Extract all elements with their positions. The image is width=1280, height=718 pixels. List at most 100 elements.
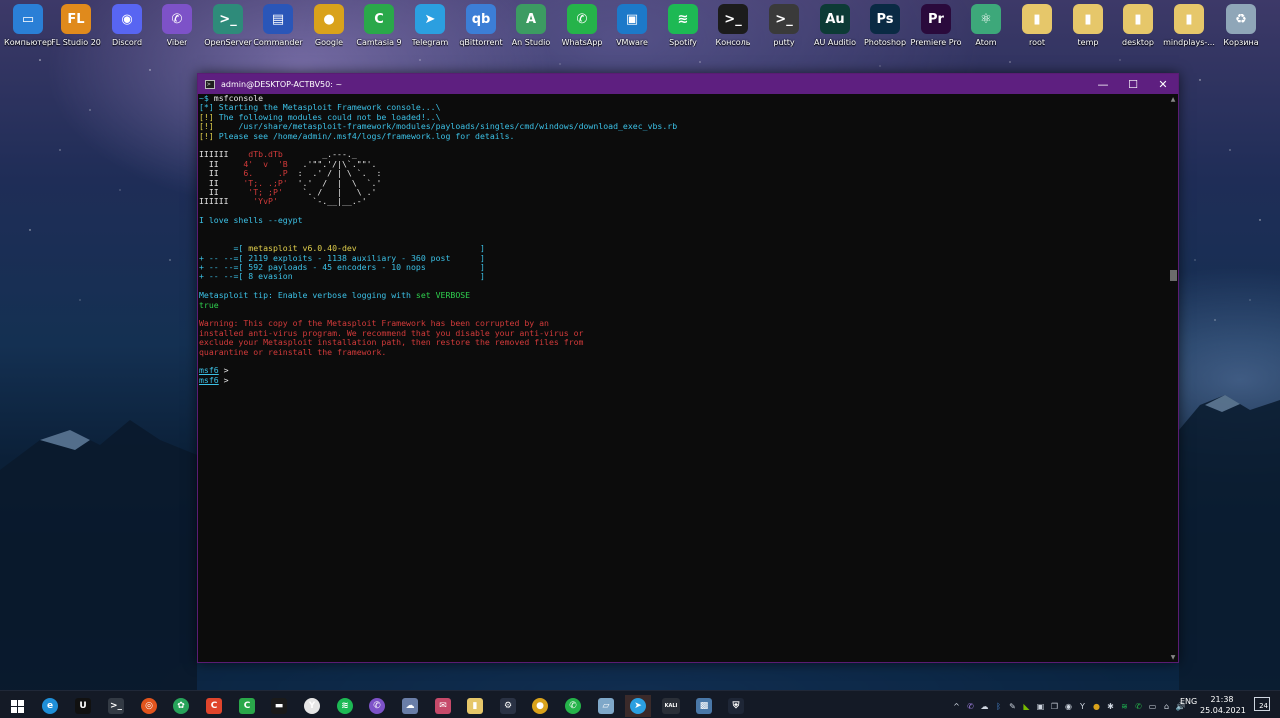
taskbar-shield[interactable]: ⛨: [723, 695, 749, 717]
banner-right: `-.__|__.-': [277, 196, 367, 207]
taskbar-edge[interactable]: e: [37, 695, 63, 717]
taskbar-explorer[interactable]: ▮: [462, 695, 488, 717]
maximize-button[interactable]: ☐: [1118, 74, 1148, 94]
desktop-icon[interactable]: C Camtasia 9: [353, 4, 405, 52]
desktop-icon[interactable]: ≋ Spotify: [657, 4, 709, 52]
notifications-button[interactable]: 24: [1254, 697, 1270, 711]
desktop-icon-label: Camtasia 9: [356, 38, 402, 47]
desktop-icon[interactable]: ▮ desktop: [1112, 4, 1164, 52]
desktop-icon[interactable]: >_ OpenServer: [202, 4, 254, 52]
taskbar-viber[interactable]: ✆: [364, 695, 390, 717]
cloud-tray-icon[interactable]: ☁: [978, 700, 991, 712]
taskbar-ubuntu[interactable]: ◎: [136, 695, 162, 717]
desktop-icon-label: VMware: [616, 38, 648, 47]
desktop-icon[interactable]: ▣ VMware: [606, 4, 658, 52]
scroll-thumb[interactable]: [1170, 270, 1177, 281]
desktop-icon[interactable]: ▤ Commander: [252, 4, 304, 52]
taskbar-whatsapp[interactable]: ✆: [560, 695, 586, 717]
language-indicator[interactable]: ENG: [1180, 697, 1197, 706]
scroll-down-icon[interactable]: ▼: [1168, 652, 1178, 662]
chrome-icon: ●: [532, 698, 548, 714]
window-title: admin@DESKTOP-ACTBV50: ~: [221, 79, 343, 89]
taskbar-app-cloud[interactable]: ☁: [397, 695, 423, 717]
taskbar-mail[interactable]: ✉: [430, 695, 456, 717]
desktop-icon[interactable]: ⚛ Atom: [960, 4, 1012, 52]
desktop-icon[interactable]: FL FL Studio 20: [50, 4, 102, 52]
bluetooth-icon[interactable]: ᛒ: [992, 700, 1005, 712]
window-titlebar[interactable]: > admin@DESKTOP-ACTBV50: ~ — ☐ ✕: [198, 74, 1178, 94]
ubuntu-icon: ◎: [141, 698, 157, 714]
desktop-icon[interactable]: >_ Консоль: [707, 4, 759, 52]
minimize-button[interactable]: —: [1088, 74, 1118, 94]
desktop-icon[interactable]: >_ putty: [758, 4, 810, 52]
scroll-up-icon[interactable]: ▲: [1168, 94, 1178, 104]
camtasia-icon: C: [239, 698, 255, 714]
network-icon[interactable]: ⌂: [1160, 700, 1173, 712]
taskbar-telegram[interactable]: ➤: [625, 695, 651, 717]
recycle-bin-icon: ♻: [1226, 4, 1256, 34]
start-button[interactable]: [4, 695, 30, 717]
nvidia-icon[interactable]: ◣: [1020, 700, 1033, 712]
camtasia-icon: C: [364, 4, 394, 34]
battery-icon[interactable]: ▭: [1146, 700, 1159, 712]
close-button[interactable]: ✕: [1148, 74, 1178, 94]
desktop-icon[interactable]: Ps Photoshop: [859, 4, 911, 52]
chevron-up-icon[interactable]: ^: [950, 700, 963, 712]
terminal-app-icon: >: [205, 79, 215, 89]
taskbar-console[interactable]: ▬: [266, 695, 292, 717]
yandex-tray-icon[interactable]: Y: [1076, 700, 1089, 712]
mail-icon: ✉: [435, 698, 451, 714]
desktop-icon[interactable]: ✆ Viber: [151, 4, 203, 52]
desktop-icons: ▭ Компьютер FL FL Studio 20 ◉ Discord ✆ Viber >_…: [0, 0, 1280, 54]
taskbar-photos[interactable]: ▩: [691, 695, 717, 717]
desktop-icon[interactable]: ▮ root: [1011, 4, 1063, 52]
chrome-tray-icon[interactable]: ●: [1090, 700, 1103, 712]
terminal-window[interactable]: > admin@DESKTOP-ACTBV50: ~ — ☐ ✕ ~$ msfc…: [197, 73, 1179, 663]
taskbar-settings[interactable]: ⚙: [495, 695, 521, 717]
tip-value: true: [199, 299, 219, 310]
terminal-output[interactable]: ~$ msfconsole [*] Starting the Metasploi…: [198, 94, 1168, 662]
msf-prompt-line[interactable]: msf6 >: [199, 366, 1168, 375]
spotify-icon: ≋: [668, 4, 698, 34]
taskbar-kali[interactable]: KALI: [658, 695, 684, 717]
spotify-tray-icon[interactable]: ≋: [1118, 700, 1131, 712]
desktop-icon[interactable]: A An Studio: [505, 4, 557, 52]
windows-icon: [10, 699, 24, 713]
clock[interactable]: 21:38 25.04.2021: [1200, 694, 1246, 716]
desktop-icon[interactable]: qb qBittorrent: [455, 4, 507, 52]
taskbar-app-green[interactable]: ✿: [168, 695, 194, 717]
desktop-icon[interactable]: ▮ mindplays-...: [1163, 4, 1215, 52]
desktop-icon[interactable]: ● Google: [303, 4, 355, 52]
whatsapp-tray-icon[interactable]: ✆: [1132, 700, 1145, 712]
pen-tray-icon[interactable]: ✎: [1006, 700, 1019, 712]
vmware-tray-icon[interactable]: ▣: [1034, 700, 1047, 712]
desktop-icon[interactable]: Pr Premiere Pro: [910, 4, 962, 52]
scrollbar[interactable]: ▲ ▼: [1168, 94, 1178, 662]
kali-icon: KALI: [662, 698, 680, 714]
taskbar-terminal[interactable]: >_: [103, 695, 129, 717]
desktop-icon[interactable]: ◉ Discord: [101, 4, 153, 52]
banner-left: IIIIII: [199, 196, 254, 207]
desktop-icon[interactable]: ✆ WhatsApp: [556, 4, 608, 52]
discord-tray-icon[interactable]: ◉: [1062, 700, 1075, 712]
taskbar-app-red[interactable]: C: [201, 695, 227, 717]
desktop-icon[interactable]: ▭ Компьютер: [2, 4, 54, 52]
desktop-icon[interactable]: ➤ Telegram: [404, 4, 456, 52]
taskbar-app-u[interactable]: U: [70, 695, 96, 717]
desktop-icon-label: Photoshop: [863, 38, 907, 47]
taskbar-camtasia[interactable]: C: [234, 695, 260, 717]
taskbar-chrome[interactable]: ●: [527, 695, 553, 717]
virus-tray-icon[interactable]: ✱: [1104, 700, 1117, 712]
taskbar-notes[interactable]: ▱: [593, 695, 619, 717]
copy-tray-icon[interactable]: ❐: [1048, 700, 1061, 712]
viber-tray-icon[interactable]: ✆: [964, 700, 977, 712]
msf-prompt-line[interactable]: msf6 >: [199, 375, 1168, 385]
desktop-icon[interactable]: ♻ Корзина: [1215, 4, 1267, 52]
tip-text: Metasploit tip: Enable verbose logging w…: [199, 290, 416, 301]
desktop-icon[interactable]: Au AU Auditio: [809, 4, 861, 52]
gear-icon: ⚙: [500, 698, 516, 714]
taskbar-yandex[interactable]: Y: [299, 695, 325, 717]
taskbar-spotify[interactable]: ≋: [332, 695, 358, 717]
desktop-icon[interactable]: ▮ temp: [1062, 4, 1114, 52]
desktop-icon-label: Viber: [166, 38, 188, 47]
